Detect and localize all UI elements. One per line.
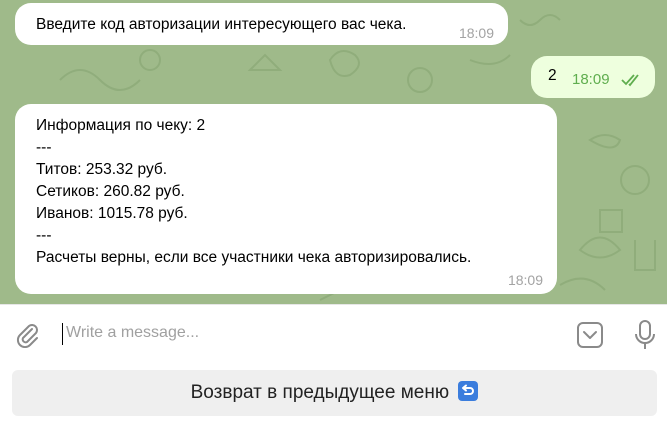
paperclip-icon[interactable] bbox=[15, 322, 41, 348]
double-check-icon bbox=[621, 74, 639, 87]
message-text: 2 bbox=[548, 67, 557, 84]
message-outgoing[interactable]: 2 18:09 bbox=[531, 56, 655, 98]
microphone-icon[interactable] bbox=[633, 319, 657, 351]
emoji-keyboard-icon[interactable] bbox=[576, 321, 604, 349]
button-label: Возврат в предыдущее меню bbox=[190, 382, 450, 403]
message-incoming[interactable]: Информация по чеку: 2 --- Титов: 253.32 … bbox=[15, 104, 557, 294]
message-text: Информация по чеку: 2 --- Титов: 253.32 … bbox=[36, 115, 471, 269]
message-line: --- bbox=[36, 227, 52, 244]
message-text: Введите код авторизации интересующего ва… bbox=[36, 16, 407, 33]
message-incoming[interactable]: Введите код авторизации интересующего ва… bbox=[15, 3, 508, 45]
message-line: Иванов: 1015.78 руб. bbox=[36, 205, 188, 222]
bot-keyboard: Возврат в предыдущее меню bbox=[0, 364, 667, 421]
message-line: Расчеты верны, если все участники чека а… bbox=[36, 249, 472, 266]
back-to-previous-menu-button[interactable]: Возврат в предыдущее меню bbox=[12, 370, 657, 416]
message-list[interactable]: Введите код авторизации интересующего ва… bbox=[0, 0, 667, 304]
message-time: 18:09 bbox=[507, 272, 543, 288]
telegram-chat-window: Введите код авторизации интересующего ва… bbox=[0, 0, 667, 421]
message-line: Информация по чеку: 2 bbox=[36, 117, 206, 134]
return-arrow-icon bbox=[458, 381, 479, 401]
message-line: --- bbox=[36, 139, 52, 156]
message-composer: Write a message... bbox=[0, 305, 667, 364]
text-caret bbox=[62, 323, 63, 345]
message-time: 18:09 bbox=[572, 71, 610, 88]
message-time: 18:09 bbox=[458, 25, 494, 41]
message-input[interactable]: Write a message... bbox=[66, 324, 199, 342]
message-line: Титов: 253.32 руб. bbox=[36, 161, 168, 178]
message-line: Сетиков: 260.82 руб. bbox=[36, 183, 185, 200]
